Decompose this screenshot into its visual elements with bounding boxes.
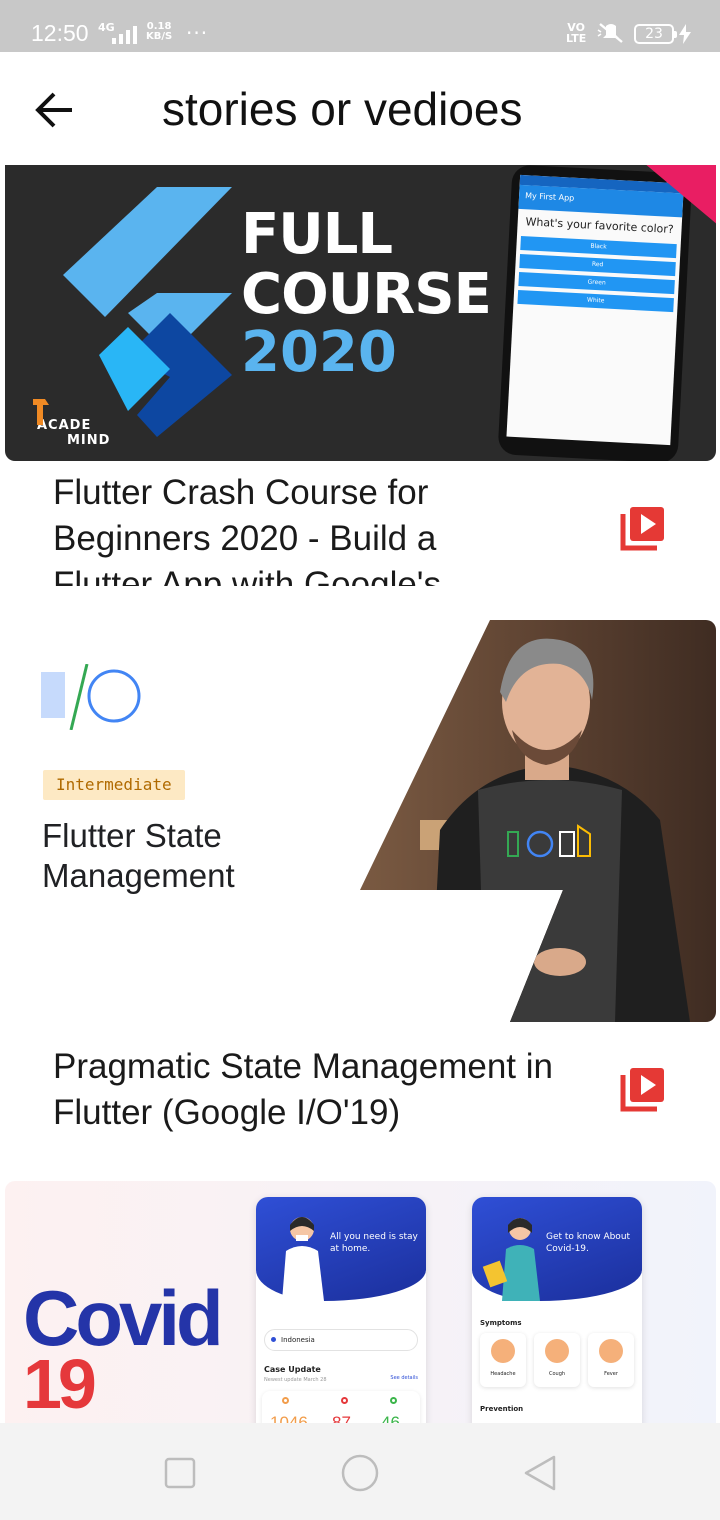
system-nav-bar [0,1423,720,1520]
symptom-card: Fever [588,1333,634,1387]
phone-option: White [517,289,674,313]
level-badge: Intermediate [43,770,185,800]
video-thumbnail-2[interactable]: Intermediate Flutter State Management [5,620,716,1022]
recents-button[interactable] [160,1453,200,1493]
app-mockup-home: All you need is stay at home. Indonesia … [256,1197,426,1423]
circle-icon [341,1454,379,1492]
google-io-logo [41,664,141,730]
thumb-title-line3: 2020 [241,320,397,385]
symptom-label: Fever [604,1371,618,1377]
brand-name-bottom: MIND [67,433,111,448]
more-notifications: ··· [186,21,209,45]
symptom-label: Headache [490,1371,516,1377]
stat-recovered: 46 [381,1413,400,1423]
triangle-back-icon [524,1455,556,1491]
video-library-icon[interactable] [620,505,666,551]
page-title: stories or vedioes [162,83,523,135]
charging-icon [679,24,691,44]
speaker-photo [360,620,716,1022]
video-thumbnail-1[interactable]: FULL COURSE 2020 ACADE MIND My First App… [5,165,716,461]
nurse-illustration [482,1218,540,1301]
stats-card: 1046 87 46 [262,1391,420,1423]
see-details-link: See details [390,1375,418,1381]
mockup-hero: Get to know About Covid-19. [472,1197,642,1301]
recovered-dot-icon [390,1397,397,1404]
flutter-logo [63,187,232,437]
symptom-label: Cough [548,1371,566,1377]
thumb-title-line1: FULL [241,202,393,267]
mockup-hero: All you need is stay at home. [256,1197,426,1301]
volte-bottom: LTE [566,32,587,45]
status-bar: 12:50 4G 0.18 KB/S ··· VO LTE 23 [0,0,720,52]
thumb-heading: Flutter State Management [42,817,235,894]
face-icon [491,1339,515,1363]
face-icon [545,1339,569,1363]
mockup-hero-text: All you need is stay at home. [330,1232,418,1254]
thumb-title-line2: COURSE [241,262,492,327]
video-thumbnail-3[interactable]: Covid 19 All you need is stay at home. I… [5,1181,716,1423]
signal-icon [112,26,137,44]
symptom-card: Headache [480,1333,526,1387]
app-mockup-info: Get to know About Covid-19. Symptoms Hea… [472,1197,642,1423]
prevention-title: Prevention [480,1405,524,1413]
case-update-title: Case Update [264,1365,321,1374]
mockup-hero-text: Get to know About Covid-19. [546,1232,631,1254]
stat-infected: 1046 [270,1413,308,1423]
home-button[interactable] [340,1453,380,1493]
brand-logo-icon [33,399,49,425]
deaths-dot-icon [341,1397,348,1404]
video-library-icon[interactable] [620,1066,666,1112]
video-title-1[interactable]: Flutter Crash Course for Beginners 2020 … [53,470,533,586]
thumb-number: 19 [23,1345,97,1423]
battery-icon: 23 [634,24,677,44]
stat-deaths: 87 [332,1413,351,1423]
arrow-left-icon [35,92,72,128]
symptom-card: Cough [534,1333,580,1387]
case-update-subtitle: Newest update March 28 [264,1377,327,1383]
doctor-illustration [282,1217,324,1301]
face-icon [599,1339,623,1363]
phone-screen: My First App What's your favorite color?… [506,174,684,446]
infected-dot-icon [282,1397,289,1404]
square-icon [164,1457,196,1489]
status-time: 12:50 [31,20,89,46]
speed-unit: KB/S [146,31,173,42]
back-button[interactable] [26,82,86,138]
app-bar: stories or vedioes [0,52,720,165]
back-nav-button[interactable] [520,1453,560,1493]
location-select: Indonesia [264,1329,418,1351]
symptoms-title: Symptoms [480,1319,522,1327]
volte-indicator: VO LTE [566,22,586,44]
phone-mockup: My First App What's your favorite color?… [497,165,693,461]
network-speed: 0.18 KB/S [146,22,172,42]
video-title-2[interactable]: Pragmatic State Management in Flutter (G… [53,1044,613,1136]
mute-icon [597,23,623,43]
